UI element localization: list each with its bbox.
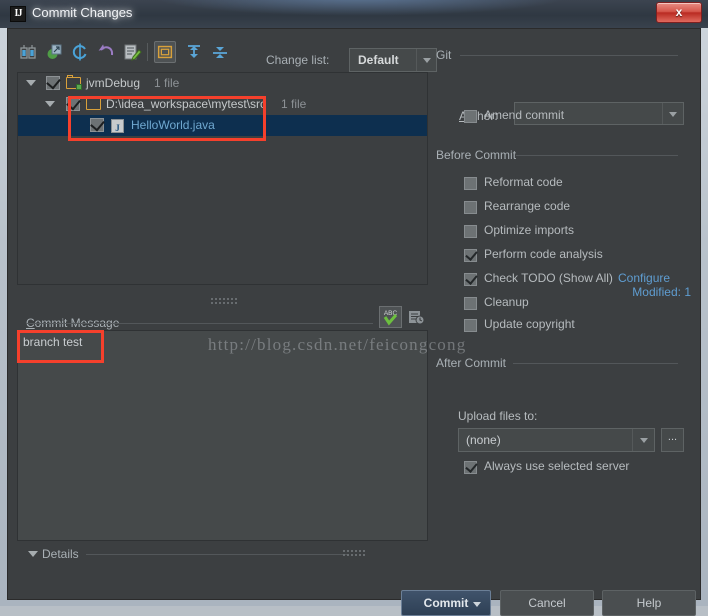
abc-spellcheck-icon[interactable]: ABC — [379, 306, 402, 328]
after-commit-group-title: After Commit — [436, 356, 507, 370]
configure-link[interactable]: Configure — [618, 271, 670, 285]
changelist-folder-icon — [66, 75, 82, 90]
browse-button[interactable]: ... — [661, 428, 684, 452]
upload-files-label: Upload files to: — [458, 409, 538, 423]
expand-all-icon[interactable] — [183, 41, 205, 63]
git-group-title: Git — [436, 48, 452, 62]
edit-source-icon[interactable] — [121, 41, 143, 63]
panel-splitter[interactable] — [211, 298, 237, 305]
tree-checkbox[interactable] — [46, 74, 61, 90]
move-to-changelist-icon[interactable] — [43, 41, 65, 63]
dialog-body: Change list: Default jvmDebug 1 file D:\… — [7, 28, 701, 616]
changed-files-tree[interactable]: jvmDebug 1 file D:\idea_workspace\mytest… — [17, 72, 428, 285]
chevron-down-icon[interactable] — [26, 80, 36, 86]
optimize-imports-label[interactable]: Optimize imports — [484, 223, 574, 237]
details-label[interactable]: Details — [42, 547, 79, 561]
title-bar: IJ Commit Changes x — [0, 0, 708, 28]
tree-row[interactable]: jvmDebug 1 file — [18, 73, 427, 94]
always-use-selected-server-checkbox[interactable] — [464, 460, 478, 474]
cleanup-checkbox[interactable] — [464, 297, 477, 310]
intellij-idea-icon: IJ — [10, 6, 26, 22]
changelist-value: Default — [358, 53, 399, 67]
tree-node-label: D:\idea_workspace\mytest\src — [106, 97, 267, 111]
after-commit-group-divider — [513, 363, 678, 364]
chevron-down-icon[interactable] — [45, 101, 55, 107]
changes-toolbar: Change list: Default — [17, 39, 437, 72]
modified-count: Modified: 1 — [632, 285, 691, 299]
tree-node-count: 1 file — [281, 97, 307, 111]
commit-message-text: branch test — [23, 335, 83, 349]
amend-commit-label[interactable]: Amend commit — [484, 108, 564, 122]
title-glow — [150, 0, 570, 16]
upload-server-dropdown[interactable]: (none) — [458, 428, 655, 452]
perform-code-analysis-checkbox[interactable] — [464, 248, 478, 262]
always-use-selected-server-label[interactable]: Always use selected server — [484, 459, 629, 473]
before-commit-group-title: Before Commit — [436, 148, 517, 162]
update-copyright-label[interactable]: Update copyright — [484, 317, 575, 331]
changelist-dropdown[interactable]: Default — [349, 48, 437, 72]
refresh-icon[interactable] — [69, 41, 91, 63]
group-by-directory-icon[interactable] — [154, 41, 176, 63]
cancel-button[interactable]: Cancel — [500, 590, 594, 616]
collapse-all-icon[interactable] — [209, 41, 231, 63]
commit-message-input[interactable]: branch test — [17, 330, 428, 541]
before-commit-group-divider — [516, 155, 678, 156]
close-icon[interactable]: x — [656, 2, 702, 23]
check-todo-checkbox[interactable] — [464, 272, 478, 286]
chevron-down-icon[interactable] — [662, 103, 683, 124]
reformat-code-label[interactable]: Reformat code — [484, 175, 563, 189]
update-copyright-checkbox[interactable] — [464, 319, 477, 332]
commit-button[interactable]: Commit — [401, 590, 491, 616]
upload-server-value: (none) — [466, 433, 501, 447]
commit-button-label: Commit — [423, 596, 469, 610]
cleanup-label[interactable]: Cleanup — [484, 295, 529, 309]
help-button[interactable]: Help — [602, 590, 696, 616]
chevron-down-icon[interactable] — [632, 429, 654, 451]
message-history-icon[interactable] — [407, 308, 425, 326]
commit-changes-dialog: IJ Commit Changes x Change list: Default… — [0, 0, 708, 616]
folder-icon — [86, 96, 101, 111]
chevron-down-icon[interactable] — [473, 602, 481, 607]
details-divider — [86, 554, 349, 555]
tree-node-count: 1 file — [154, 76, 180, 90]
show-diff-icon[interactable] — [17, 41, 39, 63]
optimize-imports-checkbox[interactable] — [464, 225, 477, 238]
changelist-label: Change list: — [266, 53, 330, 67]
tree-node-label: jvmDebug — [86, 76, 141, 90]
tree-checkbox[interactable] — [66, 95, 81, 111]
chevron-down-icon[interactable] — [416, 49, 436, 71]
amend-commit-checkbox[interactable] — [464, 110, 477, 123]
java-file-icon — [111, 118, 126, 139]
tree-row[interactable]: HelloWorld.java — [18, 115, 427, 139]
perform-code-analysis-label[interactable]: Perform code analysis — [484, 247, 603, 261]
window-title: Commit Changes — [32, 5, 133, 20]
details-splitter[interactable] — [343, 550, 365, 557]
tree-node-label: HelloWorld.java — [131, 118, 215, 132]
toolbar-separator — [147, 43, 148, 61]
rearrange-code-checkbox[interactable] — [464, 201, 477, 214]
commit-message-divider — [26, 323, 373, 324]
reformat-code-checkbox[interactable] — [464, 177, 477, 190]
chevron-down-icon[interactable] — [28, 551, 38, 557]
rearrange-code-label[interactable]: Rearrange code — [484, 199, 570, 213]
check-todo-label[interactable]: Check TODO (Show All) — [484, 271, 613, 285]
rollback-icon[interactable] — [95, 41, 117, 63]
git-group-divider — [460, 55, 678, 56]
tree-checkbox[interactable] — [90, 116, 105, 132]
tree-row[interactable]: D:\idea_workspace\mytest\src 1 file — [18, 94, 427, 115]
